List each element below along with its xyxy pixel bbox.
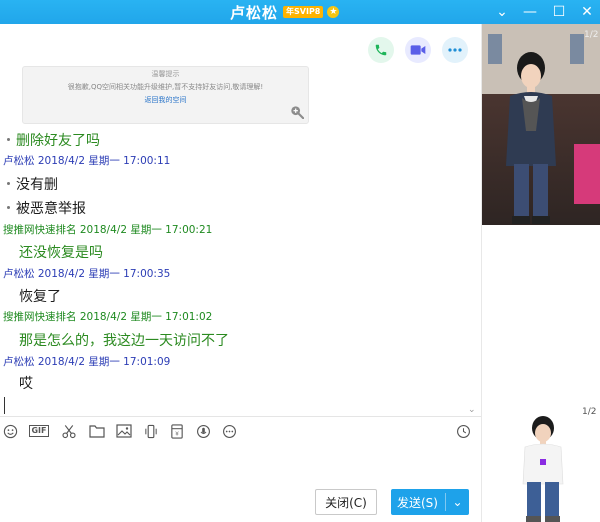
message-header: 卢松松 2018/4/2 星期一 17:01:09 <box>3 356 171 368</box>
close-chat-button[interactable]: 关闭(C) <box>315 489 377 515</box>
smiley-icon <box>3 424 17 438</box>
minimize-button[interactable]: — <box>516 0 544 24</box>
gif-button[interactable]: GIF <box>28 422 50 440</box>
microphone-icon <box>196 424 210 438</box>
send-button-group: 发送(S) ⌄ <box>391 489 469 515</box>
message-header: 卢松松 2018/4/2 星期一 17:00:35 <box>3 268 171 280</box>
message-text: 还没恢复是吗 <box>19 245 103 261</box>
svg-text:¥: ¥ <box>175 431 179 437</box>
screenshot-button[interactable] <box>60 422 78 440</box>
gif-label: GIF <box>29 425 49 437</box>
message-header: 搜推网快速排名 2018/4/2 星期一 17:01:02 <box>3 311 213 323</box>
svip-badge[interactable]: 年SVIP8 <box>283 6 324 18</box>
background-window <box>570 34 584 64</box>
more-tools-button[interactable] <box>220 422 238 440</box>
chat-window: 卢松松 年SVIP8 ★ ⌄ — ☐ ✕ 温馨提示 很抱歉,QQ空间相关功能升级… <box>0 0 600 522</box>
minimize-icon: — <box>523 4 537 20</box>
message-content: 被恶意举报 <box>16 201 86 217</box>
input-toolbar: GIF ¥ <box>0 422 481 442</box>
message-text: 那是怎么的，我这边一天访问不了 <box>19 333 229 349</box>
close-window-button[interactable]: ✕ <box>573 0 600 24</box>
message-text: 删除好友了吗 <box>7 132 100 150</box>
message-text: 被恶意举报 <box>7 200 86 218</box>
collapse-arrows-icon[interactable]: ⌄ <box>468 405 476 415</box>
red-packet-icon: ¥ <box>171 423 183 439</box>
scissors-icon <box>62 424 76 438</box>
voice-call-button[interactable] <box>368 37 394 63</box>
zoom-in-icon[interactable] <box>290 105 304 119</box>
video-camera-icon <box>410 45 426 55</box>
close-chat-label: 关闭(C) <box>325 495 367 510</box>
folder-icon <box>89 425 105 438</box>
window-title[interactable]: 卢松松 <box>230 2 278 23</box>
title-wrap: 卢松松 年SVIP8 ★ <box>230 2 340 23</box>
maximize-button[interactable]: ☐ <box>545 0 573 24</box>
message-header: 卢松松 2018/4/2 星期一 17:00:11 <box>3 155 171 167</box>
vip-star-icon[interactable]: ★ <box>327 6 340 18</box>
send-file-button[interactable] <box>88 422 106 440</box>
chevron-down-icon: ⌄ <box>452 495 463 509</box>
message-history-button[interactable] <box>454 422 472 440</box>
background-sign <box>574 144 600 204</box>
close-icon: ✕ <box>581 4 593 20</box>
show-page-indicator-bottom: 1/2 <box>582 407 597 417</box>
bullet-dot <box>7 206 10 209</box>
notice-card: 温馨提示 很抱歉,QQ空间相关功能升级维护,暂不支持好友访问,敬请理解! 返回我… <box>22 66 309 124</box>
maximize-icon: ☐ <box>552 4 566 20</box>
dropdown-button[interactable]: ⌄ <box>488 0 516 24</box>
voice-message-button[interactable] <box>194 422 212 440</box>
send-image-button[interactable] <box>115 422 133 440</box>
send-options-button[interactable]: ⌄ <box>446 489 469 515</box>
message-header: 搜推网快速排名 2018/4/2 星期一 17:00:21 <box>3 224 213 236</box>
bullet-dot <box>7 138 10 141</box>
chat-area: 温馨提示 很抱歉,QQ空间相关功能升级维护,暂不支持好友访问,敬请理解! 返回我… <box>0 24 481 522</box>
red-packet-button[interactable]: ¥ <box>168 422 186 440</box>
send-button[interactable]: 发送(S) <box>391 489 444 515</box>
more-dots-icon <box>448 48 462 52</box>
show-page-indicator: 1/2 <box>584 30 599 40</box>
bullet-dot <box>7 182 10 185</box>
title-bar: 卢松松 年SVIP8 ★ ⌄ — ☐ ✕ <box>0 0 600 24</box>
avatar-show-image[interactable]: 1/2 <box>482 24 600 225</box>
notice-body: 很抱歉,QQ空间相关功能升级维护,暂不支持好友访问,敬请理解! <box>67 83 264 91</box>
avatar-character <box>506 52 556 224</box>
phone-icon <box>375 44 387 56</box>
text-cursor <box>4 397 5 414</box>
return-space-link[interactable]: 返回我的空间 <box>23 95 308 105</box>
message-text: 哎 <box>19 376 33 392</box>
image-icon <box>116 424 132 438</box>
clock-icon <box>456 424 470 438</box>
my-avatar-character[interactable] <box>517 414 569 522</box>
more-circle-icon <box>222 424 236 438</box>
vibrate-phone-icon <box>145 424 157 438</box>
video-call-button[interactable] <box>405 37 431 63</box>
message-text: 恢复了 <box>19 289 61 305</box>
notice-title: 温馨提示 <box>151 70 180 78</box>
input-divider <box>0 416 481 417</box>
shake-button[interactable] <box>142 422 160 440</box>
message-content: 没有删 <box>16 177 58 193</box>
message-content: 删除好友了吗 <box>16 133 100 149</box>
show-panel: 1/2 1/2 <box>481 24 600 522</box>
chevron-down-icon: ⌄ <box>496 4 508 20</box>
more-options-button[interactable] <box>442 37 468 63</box>
message-text: 没有删 <box>7 176 58 194</box>
emoji-button[interactable] <box>2 422 18 440</box>
